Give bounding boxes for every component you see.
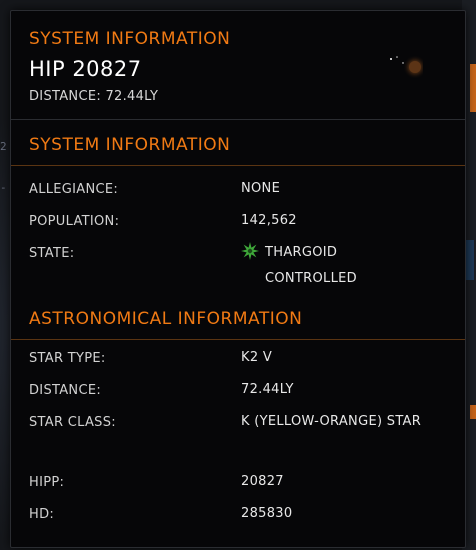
state-value-text: THARGOID CONTROLLED: [265, 245, 357, 286]
system-name: HIP 20827: [29, 57, 142, 81]
astronomical-info-section-title: ASTRONOMICAL INFORMATION: [29, 309, 303, 329]
state-value: THARGOID CONTROLLED: [241, 240, 385, 292]
background-orange-bar: [470, 64, 476, 112]
allegiance-value: NONE: [241, 181, 281, 196]
section-underline: [11, 339, 465, 340]
background-blue-element: [466, 240, 474, 280]
population-value: 142,562: [241, 213, 297, 228]
hd-value: 285830: [241, 506, 293, 521]
star-class-value: K (YELLOW-ORANGE) STAR: [241, 414, 422, 429]
thargoid-icon: [241, 242, 259, 260]
system-info-panel: SYSTEM INFORMATION HIP 20827 DISTANCE: 7…: [10, 10, 466, 548]
distance-value: 72.44LY: [241, 382, 294, 397]
system-distance: DISTANCE: 72.44LY: [29, 89, 159, 104]
star-type-value: K2 V: [241, 350, 273, 365]
hipp-label: HIPP:: [29, 475, 65, 490]
state-label: STATE:: [29, 246, 75, 261]
system-info-section-title: SYSTEM INFORMATION: [29, 135, 231, 155]
section-divider: [11, 119, 465, 120]
distance-label: DISTANCE:: [29, 383, 102, 398]
star-class-label: STAR CLASS:: [29, 415, 116, 430]
background-map-marks: 2 -: [0, 140, 7, 194]
population-label: POPULATION:: [29, 214, 120, 229]
star-type-label: STAR TYPE:: [29, 351, 106, 366]
background-orange-tick: [470, 405, 476, 419]
hd-label: HD:: [29, 507, 55, 522]
star-glow-icon: [390, 55, 423, 79]
panel-header-title: SYSTEM INFORMATION: [29, 29, 231, 49]
allegiance-label: ALLEGIANCE:: [29, 182, 119, 197]
hipp-value: 20827: [241, 474, 284, 489]
section-underline: [11, 165, 465, 166]
